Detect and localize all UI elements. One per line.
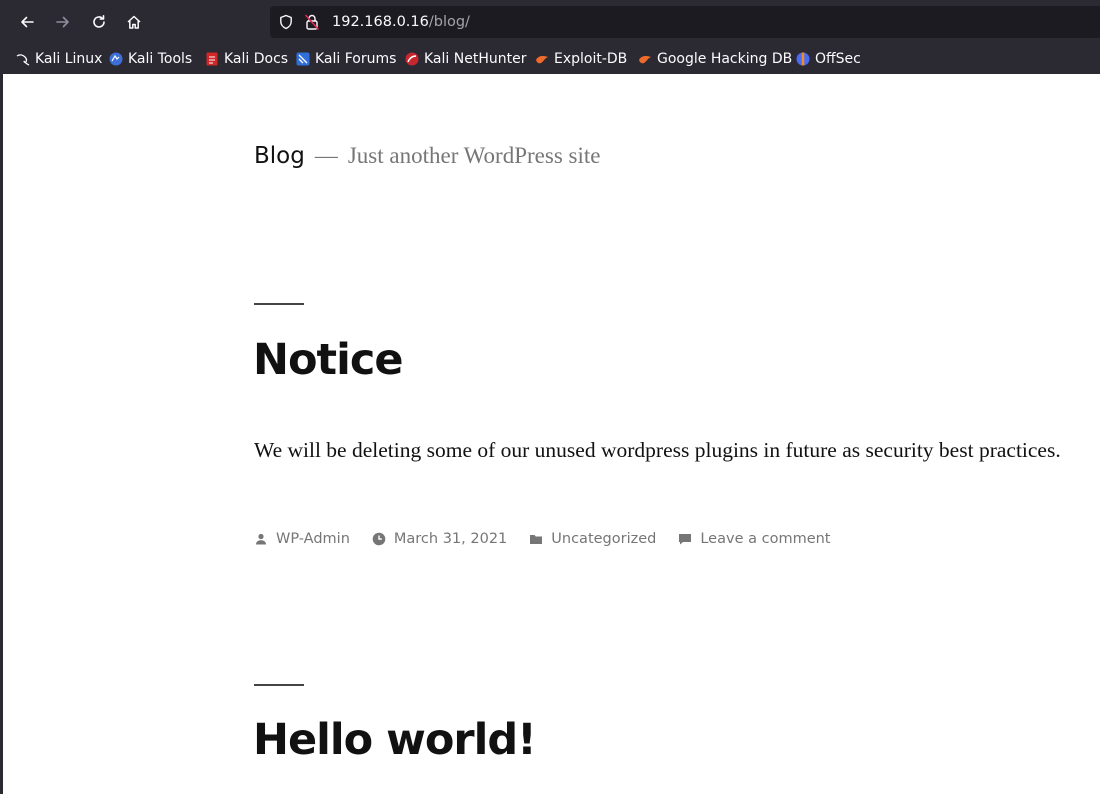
bookmark-kali-forums[interactable]: Kali Forums xyxy=(296,49,396,69)
url-host: 192.168.0.16 xyxy=(332,14,429,30)
bookmark-kali-docs[interactable]: Kali Docs xyxy=(205,49,288,69)
site-header: Blog — Just another WordPress site xyxy=(254,140,600,172)
kali-docs-icon xyxy=(206,52,218,66)
home-icon xyxy=(127,15,141,29)
url-text[interactable]: 192.168.0.16/blog/ xyxy=(332,13,470,31)
insecure-lock-icon[interactable] xyxy=(304,13,320,31)
kali-forums-icon xyxy=(296,52,310,66)
bookmark-kali-linux[interactable]: Kali Linux xyxy=(16,49,102,69)
bookmark-kali-tools[interactable]: Kali Tools xyxy=(109,49,192,69)
kali-dragon-icon xyxy=(16,54,30,66)
site-description: Just another WordPress site xyxy=(347,143,601,168)
reload-icon xyxy=(93,15,105,28)
category-link[interactable]: Uncategorized xyxy=(551,531,656,547)
post-comments: Leave a comment xyxy=(678,531,830,547)
folder-icon xyxy=(530,535,543,544)
bookmark-label: Kali Docs xyxy=(224,51,289,67)
browser-chrome: 192.168.0.16/blog/ Kali Linux Kali Tools… xyxy=(0,0,1100,74)
tracking-shield-icon[interactable] xyxy=(278,14,294,30)
post-meta: WP-Admin March 31, 2021 Uncategorized Le… xyxy=(254,528,852,550)
post-date: March 31, 2021 xyxy=(372,531,507,547)
clock-icon xyxy=(372,532,386,546)
ghdb-icon xyxy=(639,56,651,64)
bookmark-offsec[interactable]: OffSec xyxy=(796,49,861,69)
post-title-link[interactable]: Notice xyxy=(253,334,403,386)
url-path: /blog/ xyxy=(428,14,470,30)
post-divider xyxy=(254,684,304,686)
post-category: Uncategorized xyxy=(529,531,656,547)
forward-arrow-icon xyxy=(56,16,69,28)
post-title-link[interactable]: Hello world! xyxy=(253,714,537,766)
forward-button[interactable] xyxy=(49,8,77,36)
offsec-icon xyxy=(796,52,810,66)
home-button[interactable] xyxy=(120,8,148,36)
navigation-toolbar: 192.168.0.16/blog/ xyxy=(0,0,1100,44)
kali-nethunter-icon xyxy=(405,52,419,66)
bookmark-label: Kali Tools xyxy=(128,51,193,67)
comment-icon xyxy=(679,534,692,545)
reload-button[interactable] xyxy=(85,8,113,36)
site-title-separator: — xyxy=(314,143,338,168)
bookmarks-toolbar: Kali Linux Kali Tools Kali Docs Kali For… xyxy=(0,44,1100,74)
exploit-db-icon xyxy=(536,56,548,64)
bookmark-label: Exploit-DB xyxy=(554,51,628,67)
bookmark-label: Kali Linux xyxy=(35,51,103,67)
post-author: WP-Admin xyxy=(254,531,350,547)
kali-tools-icon xyxy=(109,52,123,66)
url-bar[interactable]: 192.168.0.16/blog/ xyxy=(270,6,1100,38)
back-arrow-icon xyxy=(21,16,34,28)
bookmark-label: Kali Forums xyxy=(315,51,397,67)
date-link[interactable]: March 31, 2021 xyxy=(394,531,507,547)
post-content: We will be deleting some of our unused w… xyxy=(254,438,1061,462)
back-button[interactable] xyxy=(13,8,41,36)
bookmark-kali-nethunter[interactable]: Kali NetHunter xyxy=(405,49,526,69)
window-edge xyxy=(0,74,3,794)
bookmark-google-hacking-db[interactable]: Google Hacking DB xyxy=(638,49,792,69)
site-name-link[interactable]: Blog xyxy=(254,143,305,169)
comment-link[interactable]: Leave a comment xyxy=(700,531,830,547)
bookmark-label: Google Hacking DB xyxy=(657,51,793,67)
post-divider xyxy=(254,303,304,305)
bookmark-label: Kali NetHunter xyxy=(424,51,527,67)
person-icon xyxy=(256,533,266,545)
author-link[interactable]: WP-Admin xyxy=(276,531,350,547)
bookmark-label: OffSec xyxy=(815,51,861,67)
bookmark-exploit-db[interactable]: Exploit-DB xyxy=(535,49,627,69)
